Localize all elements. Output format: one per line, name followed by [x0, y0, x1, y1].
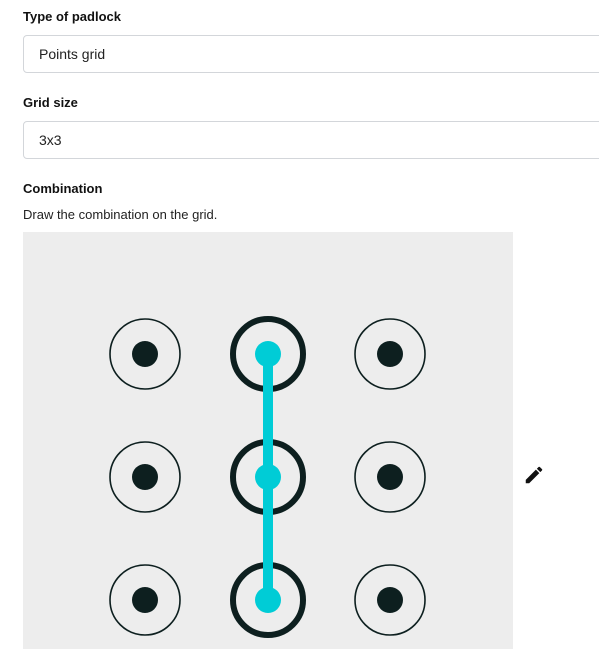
grid-point-dot [377, 341, 403, 367]
combination-grid[interactable] [23, 232, 513, 649]
grid-point-3-1[interactable] [109, 564, 181, 636]
grid-point-dot [255, 587, 281, 613]
grid-size-label: Grid size [23, 95, 78, 110]
grid-point-1-3[interactable] [354, 318, 426, 390]
grid-point-dot [255, 341, 281, 367]
grid-point-dot [132, 464, 158, 490]
padlock-type-select[interactable]: Points grid [23, 35, 599, 73]
grid-point-2-3[interactable] [354, 441, 426, 513]
grid-point-dot [132, 341, 158, 367]
combination-grid-canvas[interactable] [23, 232, 513, 649]
pencil-icon[interactable] [523, 464, 545, 486]
padlock-type-label: Type of padlock [23, 9, 121, 24]
grid-point-3-3[interactable] [354, 564, 426, 636]
grid-point-dot [255, 464, 281, 490]
grid-point-2-1[interactable] [109, 441, 181, 513]
combination-hint: Draw the combination on the grid. [23, 207, 218, 222]
grid-point-dot [377, 587, 403, 613]
grid-point-dot [377, 464, 403, 490]
combination-label: Combination [23, 181, 103, 196]
grid-point-dot [132, 587, 158, 613]
grid-point-1-1[interactable] [109, 318, 181, 390]
grid-size-select[interactable]: 3x3 [23, 121, 599, 159]
